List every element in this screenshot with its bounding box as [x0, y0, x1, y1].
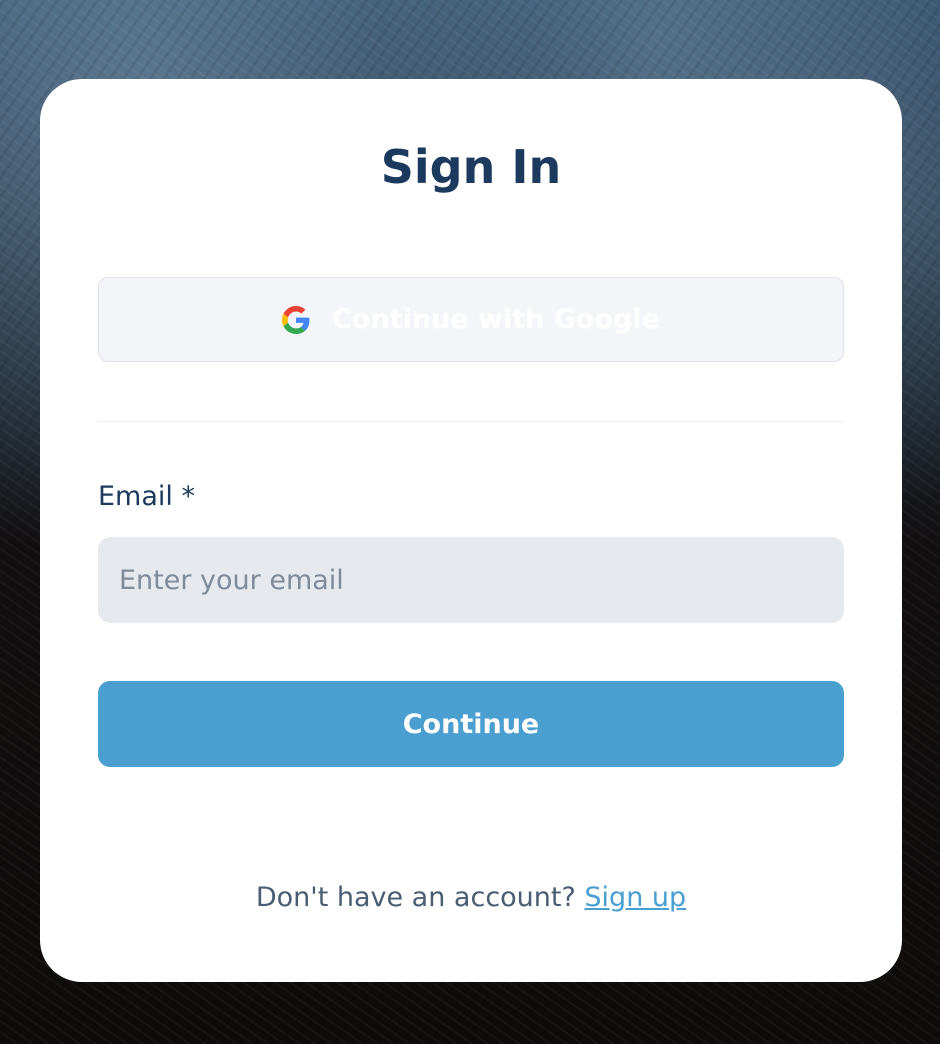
email-field[interactable] [98, 537, 844, 623]
signup-prompt: Don't have an account? Sign up [40, 882, 902, 913]
email-label: Email * [98, 481, 195, 512]
divider [98, 421, 844, 422]
page-title: Sign In [380, 140, 562, 194]
signup-prompt-text: Don't have an account? [255, 882, 576, 913]
sign-in-card: Sign In Continue with Google Email * Con… [40, 79, 902, 982]
google-icon [282, 305, 310, 334]
continue-button[interactable]: Continue [98, 681, 844, 767]
google-button-label: Continue with Google [332, 304, 660, 335]
sign-up-link[interactable]: Sign up [584, 882, 686, 913]
google-sign-in-button[interactable]: Continue with Google [98, 277, 844, 362]
